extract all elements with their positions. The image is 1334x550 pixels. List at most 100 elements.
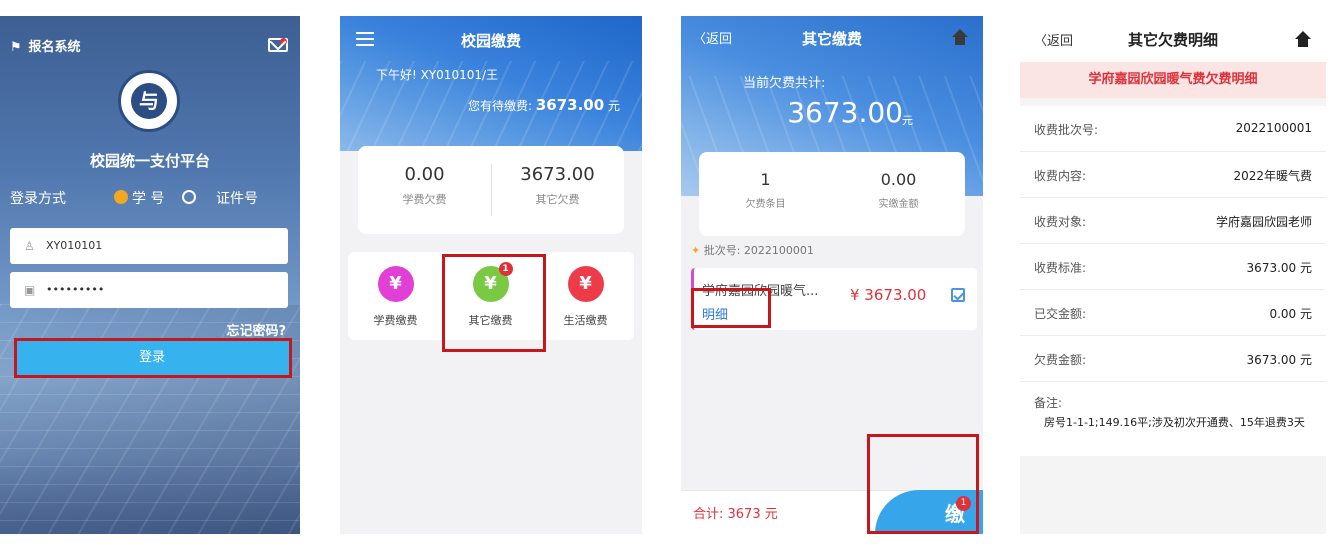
row-key: 收费内容: [1034, 169, 1087, 183]
radio-student-id[interactable] [114, 190, 128, 204]
tuition-arrears: 0.00 学费欠费 [358, 164, 491, 207]
password-value: ••••••••• [46, 283, 105, 296]
detail-row: 欠费金额: 3673.00 元 [1020, 336, 1326, 382]
pending-amount: 3673.00 [535, 96, 605, 114]
tile-label: 生活缴费 [563, 314, 608, 327]
other-arrears: 3673.00 其它欠费 [491, 164, 624, 207]
bulb-icon: ✦ [691, 244, 701, 257]
login-button[interactable]: 登录 [14, 338, 290, 378]
pending-label: 您有待缴费: [467, 99, 532, 113]
password-field[interactable]: ▣ ••••••••• [10, 272, 288, 308]
yen-glyph: ¥ [484, 273, 497, 294]
user-icon: ♙ [24, 239, 35, 253]
school-logo: 与 [118, 70, 180, 132]
tile-other-payment[interactable]: ¥ 1 其它缴费 [443, 262, 538, 328]
option-id-card[interactable]: 证件号 [216, 188, 258, 208]
app-name: 报名系统 [28, 40, 81, 55]
forgot-password-link[interactable]: 忘记密码? [226, 320, 286, 339]
detail-row: 收费内容: 2022年暖气费 [1020, 152, 1326, 198]
tile-tuition-payment[interactable]: ¥ 学费缴费 [348, 266, 443, 328]
row-value: 2022年暖气费 [1233, 169, 1312, 183]
detail-list: 收费批次号: 2022100001 收费内容: 2022年暖气费 收费对象: 学… [1020, 106, 1326, 456]
row-key: 收费批次号: [1034, 123, 1099, 137]
stat-label: 学费欠费 [402, 193, 447, 206]
stat-value: 0.00 [404, 164, 445, 185]
stat-value: 0.00 [880, 170, 917, 189]
pending-summary: 您有待缴费: 3673.00 元 [468, 96, 620, 114]
footer-bar: 合计: 3673 元 缴 1 [681, 490, 983, 534]
row-key: 收费对象: [1034, 215, 1087, 229]
arrears-label: 当前欠费共计: [743, 76, 826, 91]
item-checkbox[interactable] [951, 288, 965, 302]
login-method-label: 登录方式 [10, 191, 66, 207]
header: 〈返回 其它欠费明细 [1020, 16, 1326, 62]
remark-label: 备注: [1034, 396, 1063, 410]
row-key: 已交金额: [1034, 307, 1087, 321]
detail-row: 已交金额: 0.00 元 [1020, 290, 1326, 336]
page-title: 其它缴费 [801, 30, 862, 48]
pay-button[interactable]: 缴 1 [875, 490, 983, 534]
paid-amount: 0.00 实缴金额 [832, 170, 965, 210]
row-value: 学府嘉园欣园老师 [1215, 215, 1312, 229]
other-fees-screen: 〈返回 其它缴费 当前欠费共计: 3673.00 元 1 欠费条目 0.00 实… [681, 16, 983, 534]
row-key: 欠费金额: [1034, 353, 1087, 367]
row-value: 2022100001 [1235, 121, 1312, 135]
home-icon[interactable] [951, 28, 969, 46]
mail-icon[interactable] [268, 38, 288, 52]
total-amount: 合计: 3673 元 [693, 507, 778, 522]
home-icon[interactable] [1294, 30, 1312, 48]
notification-dot [280, 38, 287, 45]
shop-icon: ¥ [567, 266, 604, 302]
detail-link[interactable]: 明细 [702, 304, 728, 323]
detail-banner: 学府嘉园欣园暖气费欠费明细 [1020, 62, 1326, 98]
pending-unit: 元 [607, 99, 620, 113]
row-value: 3673.00 元 [1246, 353, 1312, 367]
remark-value: 房号1-1-1;149.16平;涉及初次开通费、15年退费3天 [1044, 416, 1305, 429]
batch-label: 批次号: 2022100001 [703, 244, 814, 257]
stat-label: 实缴金额 [878, 199, 919, 210]
option-student-id[interactable]: 学 号 [132, 188, 164, 208]
platform-title: 校园统一支付平台 [89, 152, 210, 170]
tile-label: 其它缴费 [468, 314, 513, 327]
detail-row: 收费对象: 学府嘉园欣园老师 [1020, 198, 1326, 244]
top-bar: ⚑ 报名系统 [10, 36, 290, 58]
pay-badge: 1 [956, 496, 971, 511]
tile-label: 学费缴费 [373, 314, 418, 327]
fee-detail-screen: 〈返回 其它欠费明细 学府嘉园欣园暖气费欠费明细 收费批次号: 20221000… [1020, 16, 1326, 534]
row-value: 3673.00 元 [1246, 261, 1312, 275]
row-key: 收费标准: [1034, 261, 1087, 275]
fee-item[interactable]: 学府嘉园欣园暖气... 明细 ¥ 3673.00 [691, 268, 977, 330]
fee-item-price: ¥ 3673.00 [850, 286, 927, 304]
count-badge: 1 [498, 262, 513, 276]
username-field[interactable]: ♙ XY010101 [10, 228, 288, 264]
arrears-items: 1 欠费条目 [699, 170, 832, 210]
detail-row: 收费标准: 3673.00 元 [1020, 244, 1326, 290]
lock-icon: ▣ [24, 283, 36, 297]
greeting: 下午好! XY010101/王 [376, 68, 499, 82]
detail-row: 收费批次号: 2022100001 [1020, 106, 1326, 152]
yen-icon: ¥ [377, 266, 414, 302]
arrears-unit: 元 [902, 114, 913, 127]
tile-living-payment[interactable]: ¥ 生活缴费 [538, 266, 633, 328]
stat-value: 3673.00 [520, 164, 595, 185]
page-title: 其它欠费明细 [1127, 31, 1218, 49]
login-screen: ⚑ 报名系统 与 校园统一支付平台 登录方式 学 号 证件号 ♙ XY01010… [0, 16, 300, 534]
row-value: 0.00 元 [1269, 307, 1312, 321]
stat-label: 欠费条目 [745, 199, 786, 210]
flag-icon: ⚑ [10, 40, 22, 55]
arrears-amount: 3673.00 [787, 96, 903, 129]
remark-row: 备注: 房号1-1-1;149.16平;涉及初次开通费、15年退费3天 [1020, 382, 1326, 456]
stat-label: 其它欠费 [535, 193, 580, 206]
balance-card: 0.00 学费欠费 3673.00 其它欠费 [358, 146, 624, 234]
username-value: XY010101 [46, 239, 103, 252]
header: 校园缴费 下午好! XY010101/王 您有待缴费: 3673.00 元 [340, 16, 642, 151]
payment-tiles: ¥ 学费缴费 ¥ 1 其它缴费 ¥ 生活缴费 [348, 252, 634, 340]
fee-item-name: 学府嘉园欣园暖气... [702, 284, 819, 299]
radio-id-card[interactable] [182, 190, 196, 204]
batch-number: ✦ 批次号: 2022100001 [691, 242, 814, 258]
yen-icon: ¥ 1 [472, 262, 513, 302]
stat-value: 1 [760, 170, 771, 189]
summary-card: 1 欠费条目 0.00 实缴金额 [699, 152, 965, 236]
page-title: 校园缴费 [460, 32, 521, 50]
campus-payment-screen: 校园缴费 下午好! XY010101/王 您有待缴费: 3673.00 元 0.… [340, 16, 642, 534]
